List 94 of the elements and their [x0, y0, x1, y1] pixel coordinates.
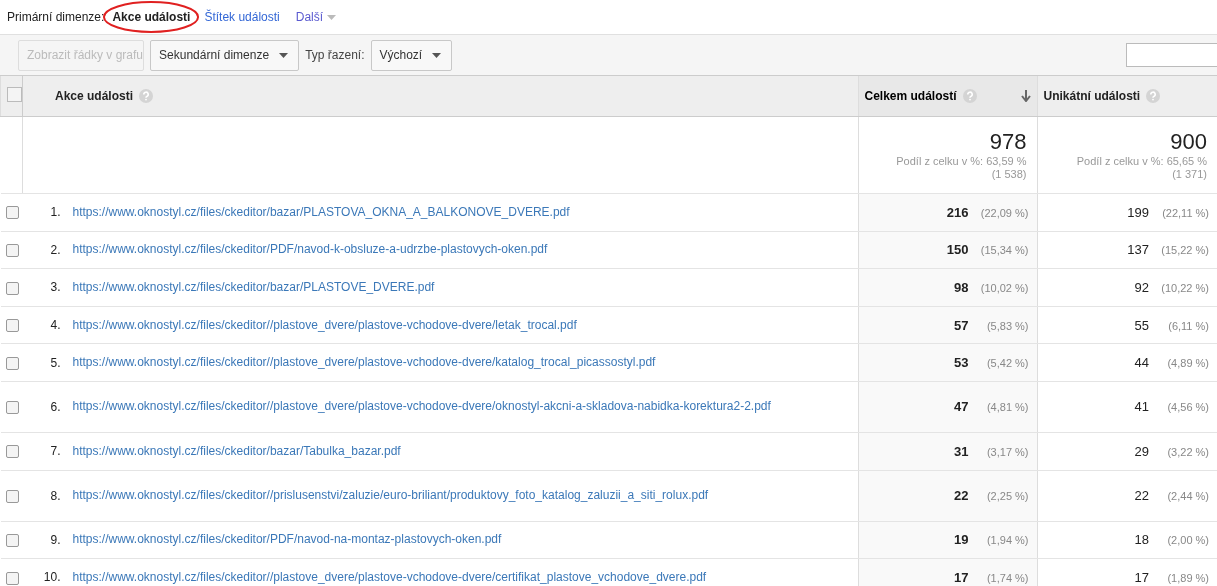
metric-percent: (2,44 %): [1166, 490, 1209, 503]
row-checkbox[interactable]: [5, 401, 19, 415]
metric-value: 55: [1134, 317, 1149, 333]
event-action-link[interactable]: https://www.oknostyl.cz/files/ckeditor//prislusenstvi/zaluzie/euro-briliant/produktovy_foto_katalog_zaluzii_a_siti_rolux.pdf: [72, 487, 709, 505]
metric-value: 137: [1127, 242, 1149, 258]
metric-percent: (2,25 %): [985, 490, 1029, 503]
metric-value: 47: [954, 399, 969, 415]
row-checkbox[interactable]: [5, 244, 19, 258]
row-number: 3.: [49, 280, 61, 295]
metric-percent: (2,00 %): [1166, 534, 1209, 547]
metric-value: 29: [1134, 443, 1149, 459]
row-checkbox[interactable]: [5, 445, 19, 459]
dimension-label: Primární dimenze:: [7, 10, 105, 24]
row-checkbox[interactable]: [5, 356, 19, 370]
metric-percent: (1,94 %): [985, 534, 1029, 547]
metric-value: 199: [1127, 204, 1149, 220]
metric-value: 41: [1134, 399, 1149, 415]
metric-value: 216: [946, 204, 969, 220]
column-header[interactable]: Unikátní události: [1043, 89, 1141, 103]
total-share: Podíl z celku v %: 63,59 %: [895, 155, 1027, 168]
event-action-link[interactable]: https://www.oknostyl.cz/files/ckeditor//plastove_dvere/plastove-vchodove-dvere/letak_trocal.pdf: [72, 316, 577, 334]
grand-total: (1 371): [1171, 168, 1207, 181]
help-icon[interactable]: [962, 89, 977, 103]
search-field[interactable]: [1126, 43, 1217, 67]
metric-percent: (10,02 %): [979, 282, 1029, 294]
metric-percent: (4,89 %): [1166, 357, 1209, 370]
help-icon[interactable]: [1146, 89, 1161, 103]
sort-arrow-icon: [1020, 90, 1031, 102]
secondary-dimension-dropdown[interactable]: Sekundární dimenze: [150, 39, 300, 71]
row-number: 7.: [49, 444, 61, 459]
row-number: 6.: [49, 399, 61, 414]
metric-value: 18: [1134, 532, 1149, 548]
row-checkbox[interactable]: [5, 319, 19, 333]
event-action-link[interactable]: https://www.oknostyl.cz/files/ckeditor/PDF/navod-k-obsluze-a-udrzbe-plastovych-oken.pdf: [72, 241, 548, 259]
metric-percent: (1,74 %): [985, 571, 1029, 584]
metric-value: 44: [1134, 355, 1149, 371]
event-action-link[interactable]: https://www.oknostyl.cz/files/ckeditor//plastove_dvere/plastove-vchodove-dvere/oknostyl-akcni-a-skladova-nabidka-korektura2-2.pdf: [72, 398, 771, 416]
row-checkbox[interactable]: [5, 534, 19, 547]
column-header[interactable]: Celkem událostí: [864, 89, 957, 103]
select-all-checkbox[interactable]: [7, 87, 22, 102]
total-value: 900: [1169, 129, 1207, 155]
row-checkbox[interactable]: [5, 281, 19, 295]
more-dropdown[interactable]: Další: [295, 10, 337, 24]
metric-value: 17: [954, 569, 969, 585]
metric-percent: (4,81 %): [985, 401, 1029, 414]
event-action-link[interactable]: https://www.oknostyl.cz/files/ckeditor/bazar/Tabulka_bazar.pdf: [72, 442, 401, 460]
row-number: 8.: [49, 488, 61, 503]
metric-percent: (22,09 %): [979, 206, 1029, 219]
metric-percent: (1,89 %): [1166, 571, 1209, 584]
event-action-link[interactable]: https://www.oknostyl.cz/files/ckeditor/bazar/PLASTOVA_OKNA_A_BALKONOVE_DVERE.pdf: [72, 203, 570, 221]
help-icon[interactable]: [139, 89, 154, 103]
column-header[interactable]: Akce události: [55, 89, 134, 103]
metric-percent: (10,22 %): [1160, 282, 1209, 294]
row-checkbox[interactable]: [5, 571, 19, 585]
row-number: 2.: [49, 242, 61, 257]
metric-value: 57: [954, 317, 969, 333]
metric-percent: (22,11 %): [1161, 206, 1209, 219]
total-value: 978: [988, 129, 1027, 155]
total-share: Podíl z celku v %: 65,65 %: [1075, 155, 1207, 168]
event-action-link[interactable]: https://www.oknostyl.cz/files/ckeditor/bazar/PLASTOVE_DVERE.pdf: [72, 279, 435, 296]
metric-value: 19: [954, 532, 969, 548]
metric-value: 98: [954, 280, 969, 295]
metric-value: 53: [954, 355, 969, 371]
caret-icon: [279, 52, 289, 58]
metric-percent: (6,11 %): [1167, 319, 1209, 332]
grand-total: (1 538): [990, 168, 1027, 181]
metric-percent: (15,22 %): [1160, 244, 1209, 257]
row-number: 4.: [49, 318, 61, 333]
row-number: 10.: [42, 570, 61, 585]
metric-value: 22: [1134, 488, 1149, 504]
sort-type-dropdown[interactable]: Výchozí: [370, 39, 453, 71]
metric-percent: (5,83 %): [985, 319, 1029, 332]
event-action-link[interactable]: https://www.oknostyl.cz/files/ckeditor/PDF/navod-na-montaz-plastovych-oken.pdf: [72, 531, 502, 549]
row-checkbox[interactable]: [5, 489, 19, 503]
dimension-link[interactable]: Štítek události: [204, 10, 280, 24]
metric-percent: (3,17 %): [985, 445, 1029, 458]
row-checkbox[interactable]: [5, 206, 19, 220]
metric-value: 22: [954, 488, 969, 504]
metric-value: 92: [1134, 280, 1149, 295]
metric-value: 17: [1134, 569, 1149, 585]
row-number: 9.: [49, 532, 61, 547]
sort-type-label: Typ řazení:: [305, 48, 365, 62]
row-number: 1.: [49, 205, 61, 220]
metric-percent: (15,34 %): [979, 244, 1029, 257]
caret-icon: [327, 14, 337, 20]
metric-value: 31: [954, 443, 969, 459]
metric-value: 150: [946, 242, 969, 258]
row-number: 5.: [49, 355, 61, 370]
metric-percent: (5,42 %): [985, 357, 1029, 370]
caret-icon: [432, 52, 442, 58]
metric-percent: (4,56 %): [1166, 401, 1209, 414]
event-action-link[interactable]: https://www.oknostyl.cz/files/ckeditor//plastove_dvere/plastove-vchodove-dvere/certifikat_plastove_vchodove_dvere.pdf: [72, 568, 707, 586]
metric-percent: (3,22 %): [1166, 445, 1209, 458]
event-action-link[interactable]: https://www.oknostyl.cz/files/ckeditor//plastove_dvere/plastove-vchodove-dvere/katalog_trocal_picassostyl.pdf: [72, 354, 656, 372]
